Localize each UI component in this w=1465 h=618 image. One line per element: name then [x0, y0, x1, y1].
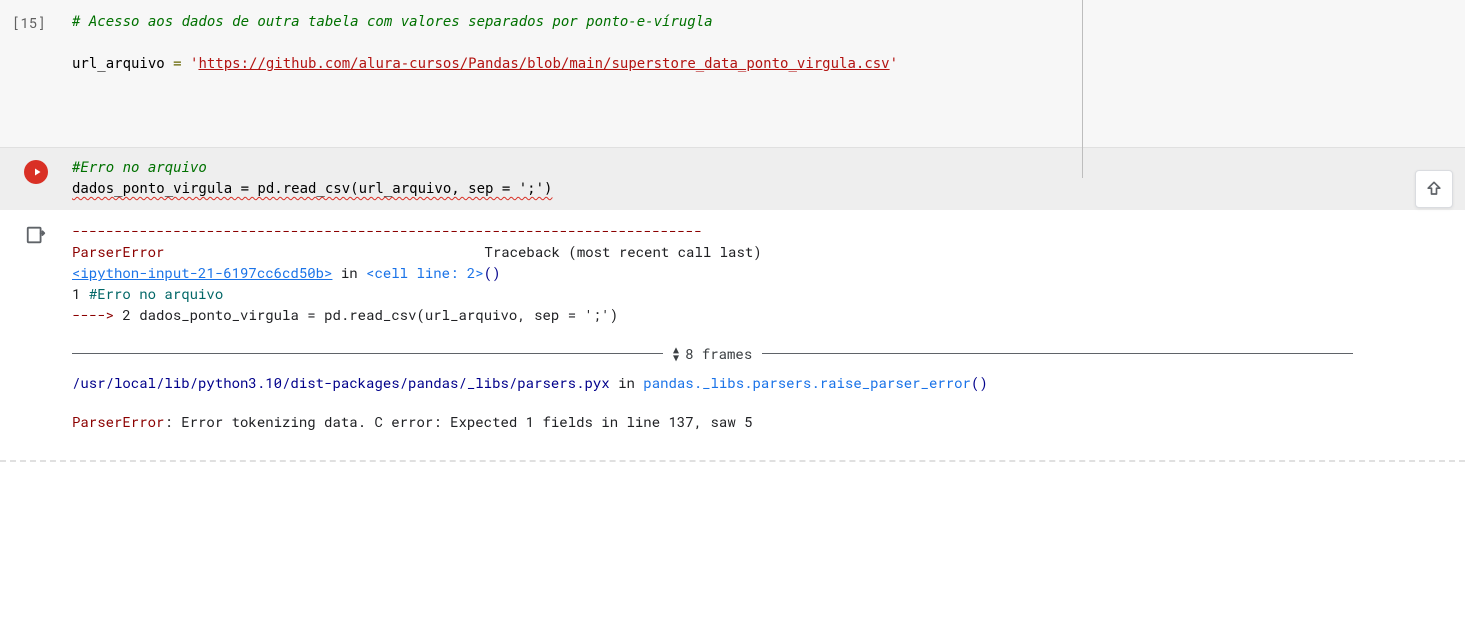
play-icon [31, 166, 43, 178]
traceback-body: ----------------------------------------… [72, 220, 1465, 432]
tb-header-row: ParserError Traceback (most recent call l… [72, 241, 1435, 262]
tb-frame-path: /usr/local/lib/python3.10/dist-packages/… [72, 373, 610, 392]
cell-bottom-divider [0, 460, 1465, 462]
arrow-up-icon [1424, 179, 1444, 199]
tb-frame-func: pandas._libs.parsers.raise_parser_error [643, 373, 971, 392]
code-line-error: dados_ponto_virgula = pd.read_csv(url_ar… [72, 181, 552, 197]
tb-in-word: in [332, 263, 366, 282]
tb-cell-line: <cell line: 2> [366, 263, 484, 282]
code-comment-2: #Erro no arquivo [72, 160, 207, 176]
tb-context-line-2: ----> 2 dados_ponto_virgula = pd.read_cs… [72, 304, 1435, 325]
output-gutter [0, 220, 72, 432]
tb-frame-path-row: /usr/local/lib/python3.10/dist-packages/… [72, 372, 1435, 393]
scroll-to-top-button[interactable] [1415, 170, 1453, 208]
tb-context-line-1: 1 #Erro no arquivo [72, 283, 1435, 304]
code-cell-input-row: #Erro no arquivo dados_ponto_virgula = p… [0, 147, 1465, 210]
tb-final-error-row: ParserError: Error tokenizing data. C er… [72, 411, 1435, 432]
tb-line2-num: 2 [122, 305, 139, 324]
code-url[interactable]: https://github.com/alura-cursos/Pandas/b… [198, 56, 889, 72]
tb-paren-2: () [971, 373, 988, 392]
tb-line1-text: #Erro no arquivo [89, 284, 223, 303]
code-comment: # Acesso aos dados de outra tabela com v… [72, 14, 713, 30]
tb-final-error-msg: : Error tokenizing data. C error: Expect… [164, 412, 752, 431]
editor-vertical-guide [1082, 0, 1083, 178]
tb-in-word-2: in [610, 373, 644, 392]
divider-line-left [72, 353, 663, 354]
code-assign: = [165, 56, 190, 72]
cell-exec-count: [15] [0, 12, 72, 75]
tb-arrow: ----> [72, 305, 122, 324]
frames-expander[interactable]: ▲▼ 8 frames [72, 343, 1353, 364]
code-cell-15[interactable]: [15] # Acesso aos dados de outra tabela … [0, 0, 1465, 147]
expand-frames-icon: ▲▼ [673, 346, 679, 362]
tb-separator: ----------------------------------------… [72, 220, 1435, 241]
tb-error-name: ParserError [72, 242, 164, 261]
divider-line-right [762, 353, 1353, 354]
tb-ipython-link[interactable]: <ipython-input-21-6197cc6cd50b> [72, 263, 332, 282]
tb-recent-call: Traceback (most recent call last) [484, 242, 761, 261]
code-var: url_arquivo [72, 56, 165, 72]
tb-line2-text: dados_ponto_virgula = pd.read_csv(url_ar… [139, 305, 618, 324]
frames-label: 8 frames [685, 343, 752, 364]
cell-output: ----------------------------------------… [0, 210, 1465, 452]
run-cell-button[interactable] [24, 160, 48, 184]
tb-line1-num: 1 [72, 284, 89, 303]
code-quote-close: ' [890, 56, 898, 72]
output-toggle-icon[interactable] [25, 224, 47, 246]
tb-source-row: <ipython-input-21-6197cc6cd50b> in <cell… [72, 262, 1435, 283]
cell-error-code-editor[interactable]: #Erro no arquivo dados_ponto_virgula = p… [72, 158, 1465, 200]
tb-paren: () [484, 263, 501, 282]
code-cell-error: #Erro no arquivo dados_ponto_virgula = p… [0, 147, 1465, 452]
cell-15-code-editor[interactable]: # Acesso aos dados de outra tabela com v… [72, 12, 1465, 75]
tb-final-error-name: ParserError [72, 412, 164, 431]
cell-gutter [0, 158, 72, 200]
